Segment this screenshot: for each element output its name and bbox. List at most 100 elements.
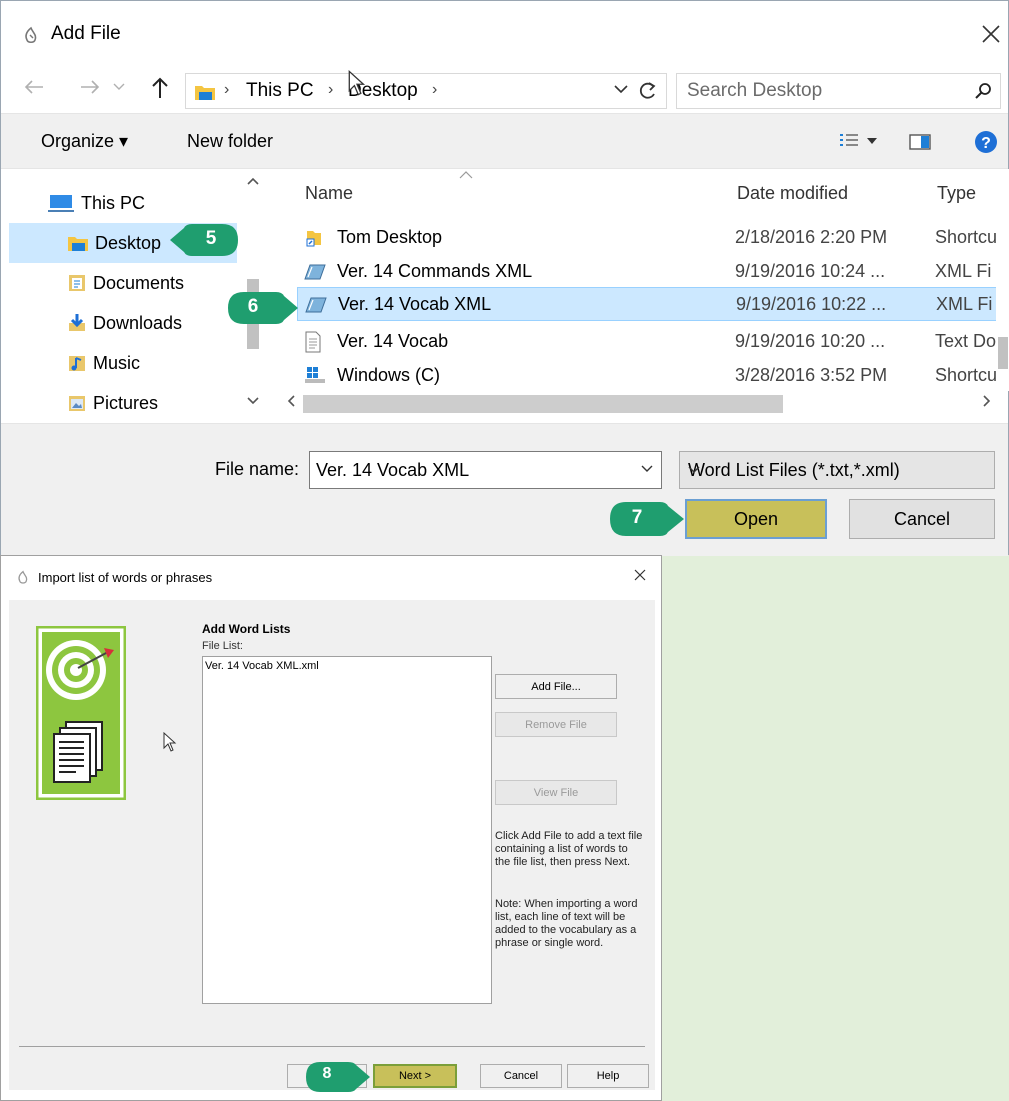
desktop-folder-icon (194, 83, 216, 101)
column-header-date-modified[interactable]: Date modified (737, 183, 848, 204)
search-icon[interactable] (974, 82, 992, 100)
cancel-button[interactable]: Cancel (849, 499, 995, 539)
xml-file-icon (304, 294, 328, 316)
recent-locations-chevron-icon[interactable] (113, 83, 125, 91)
downloads-icon (67, 313, 87, 333)
breadcrumb-separator-icon: › (224, 81, 230, 98)
step-callout-5: 5 (170, 222, 240, 258)
file-row-ver-14-vocab-xml[interactable]: Ver. 14 Vocab XML 9/19/2016 10:22 ... XM… (297, 287, 997, 321)
documents-icon (67, 273, 87, 293)
view-options-icon[interactable] (839, 132, 859, 150)
scrollbar-thumb[interactable] (303, 395, 783, 413)
chevron-down-icon[interactable] (641, 465, 653, 473)
search-box[interactable] (676, 73, 1001, 109)
chevron-down-icon[interactable] (614, 84, 628, 94)
open-button[interactable]: Open (685, 499, 827, 539)
file-row-ver-14-commands-xml[interactable]: Ver. 14 Commands XML 9/19/2016 10:24 ...… (297, 255, 997, 289)
tree-item-label: This PC (81, 192, 146, 213)
file-list-label: File List: (202, 640, 243, 652)
help-button[interactable]: Help (567, 1064, 649, 1088)
tree-item-this-pc[interactable]: This PC (47, 183, 145, 223)
back-arrow-icon[interactable] (23, 77, 45, 97)
file-row-windows-c[interactable]: Windows (C) 3/28/2016 3:52 PM Shortcu (297, 359, 997, 393)
cancel-button[interactable]: Cancel (480, 1064, 562, 1088)
dialog-title: Add File (51, 23, 121, 44)
new-folder-button[interactable]: New folder (187, 131, 273, 152)
step-callout-6: 6 (224, 290, 298, 326)
callout-number: 5 (205, 228, 217, 249)
file-date: 9/19/2016 10:20 ... (735, 331, 886, 351)
file-type: Shortcu (935, 227, 997, 247)
file-row-tom-desktop[interactable]: Tom Desktop 2/18/2016 2:20 PM Shortcu (297, 221, 997, 255)
word-file-list[interactable]: Ver. 14 Vocab XML.xml (202, 656, 492, 1004)
tree-item-pictures[interactable]: Pictures (67, 383, 158, 423)
chevron-down-icon[interactable] (867, 138, 877, 144)
preview-pane-icon[interactable] (909, 134, 931, 150)
mouse-pointer-icon (163, 732, 177, 752)
section-heading: Add Word Lists (202, 622, 291, 636)
next-button[interactable]: Next > (373, 1064, 457, 1088)
tree-item-music[interactable]: Music (67, 343, 140, 383)
file-row-ver-14-vocab[interactable]: Ver. 14 Vocab 9/19/2016 10:20 ... Text D… (297, 325, 997, 359)
sort-ascending-icon (459, 171, 473, 179)
file-name-input[interactable] (310, 452, 630, 488)
file-name-combobox[interactable] (309, 451, 662, 489)
dialog-footer: File name: Word List Files (*.txt,*.xml)… (1, 423, 1008, 556)
breadcrumb-separator-icon: › (328, 81, 334, 98)
dialog-body: Add Word Lists File List: Ver. 14 Vocab … (9, 600, 655, 1090)
tree-item-label: Music (93, 352, 141, 373)
step-callout-7: 7 (606, 500, 684, 538)
file-list-vertical-scrollbar[interactable] (996, 169, 1009, 391)
close-icon[interactable] (633, 568, 647, 582)
note-text: Note: When importing a word list, each l… (495, 898, 638, 949)
file-type: XML Fi (936, 294, 993, 314)
up-arrow-icon[interactable] (151, 77, 169, 99)
callout-number: 7 (631, 507, 643, 528)
import-word-list-dialog: Import list of words or phrases Add Word… (0, 555, 662, 1101)
column-header-name[interactable]: Name (305, 183, 353, 204)
scrollbar-thumb[interactable] (998, 337, 1008, 369)
mouse-pointer-icon (348, 70, 366, 96)
breadcrumb-separator-icon: › (432, 81, 438, 98)
address-bar[interactable]: › This PC › Desktop › (185, 73, 667, 109)
refresh-icon[interactable] (638, 80, 658, 102)
add-file-button[interactable]: Add File... (495, 674, 617, 699)
remove-file-button[interactable]: Remove File (495, 712, 617, 737)
file-list-horizontal-scrollbar[interactable] (283, 391, 995, 415)
file-type: XML Fi (935, 261, 992, 281)
text-file-icon (303, 331, 323, 353)
file-type: Text Do (935, 331, 997, 351)
scroll-left-icon[interactable] (287, 395, 295, 407)
file-date: 3/28/2016 3:52 PM (735, 365, 888, 385)
organize-menu[interactable]: Organize ▾ (41, 131, 128, 152)
help-icon[interactable]: ? (974, 130, 998, 154)
file-list: Name Date modified Type Tom Desktop 2/18… (283, 169, 1009, 424)
file-name: Tom Desktop (337, 227, 443, 247)
title-bar: Import list of words or phrases (1, 556, 661, 600)
file-date: 9/19/2016 10:24 ... (735, 261, 886, 281)
navigation-bar: › This PC › Desktop › (1, 63, 1008, 113)
scroll-down-icon[interactable] (247, 397, 259, 405)
list-item[interactable]: Ver. 14 Vocab XML.xml (203, 657, 491, 675)
file-name: Ver. 14 Vocab XML (338, 294, 492, 314)
file-date: 2/18/2016 2:20 PM (735, 227, 888, 247)
file-name: Windows (C) (337, 365, 441, 385)
file-name: Ver. 14 Commands XML (337, 261, 533, 281)
pictures-icon (67, 393, 87, 413)
forward-arrow-icon[interactable] (79, 77, 101, 97)
title-bar: Add File (1, 1, 1008, 63)
tree-item-documents[interactable]: Documents (67, 263, 184, 303)
scroll-up-icon[interactable] (247, 177, 259, 185)
step-callout-8: 8 (302, 1060, 370, 1094)
search-input[interactable] (677, 74, 967, 108)
tree-item-downloads[interactable]: Downloads (67, 303, 182, 343)
view-file-button[interactable]: View File (495, 780, 617, 805)
scroll-right-icon[interactable] (983, 395, 991, 407)
column-header-type[interactable]: Type (937, 183, 976, 204)
breadcrumb-this-pc[interactable]: This PC (246, 80, 314, 102)
file-type-select[interactable]: Word List Files (*.txt,*.xml) (679, 451, 995, 489)
divider (19, 1046, 645, 1047)
tree-item-label: Downloads (93, 312, 183, 333)
callout-number: 6 (247, 296, 259, 317)
close-icon[interactable] (978, 21, 1004, 47)
